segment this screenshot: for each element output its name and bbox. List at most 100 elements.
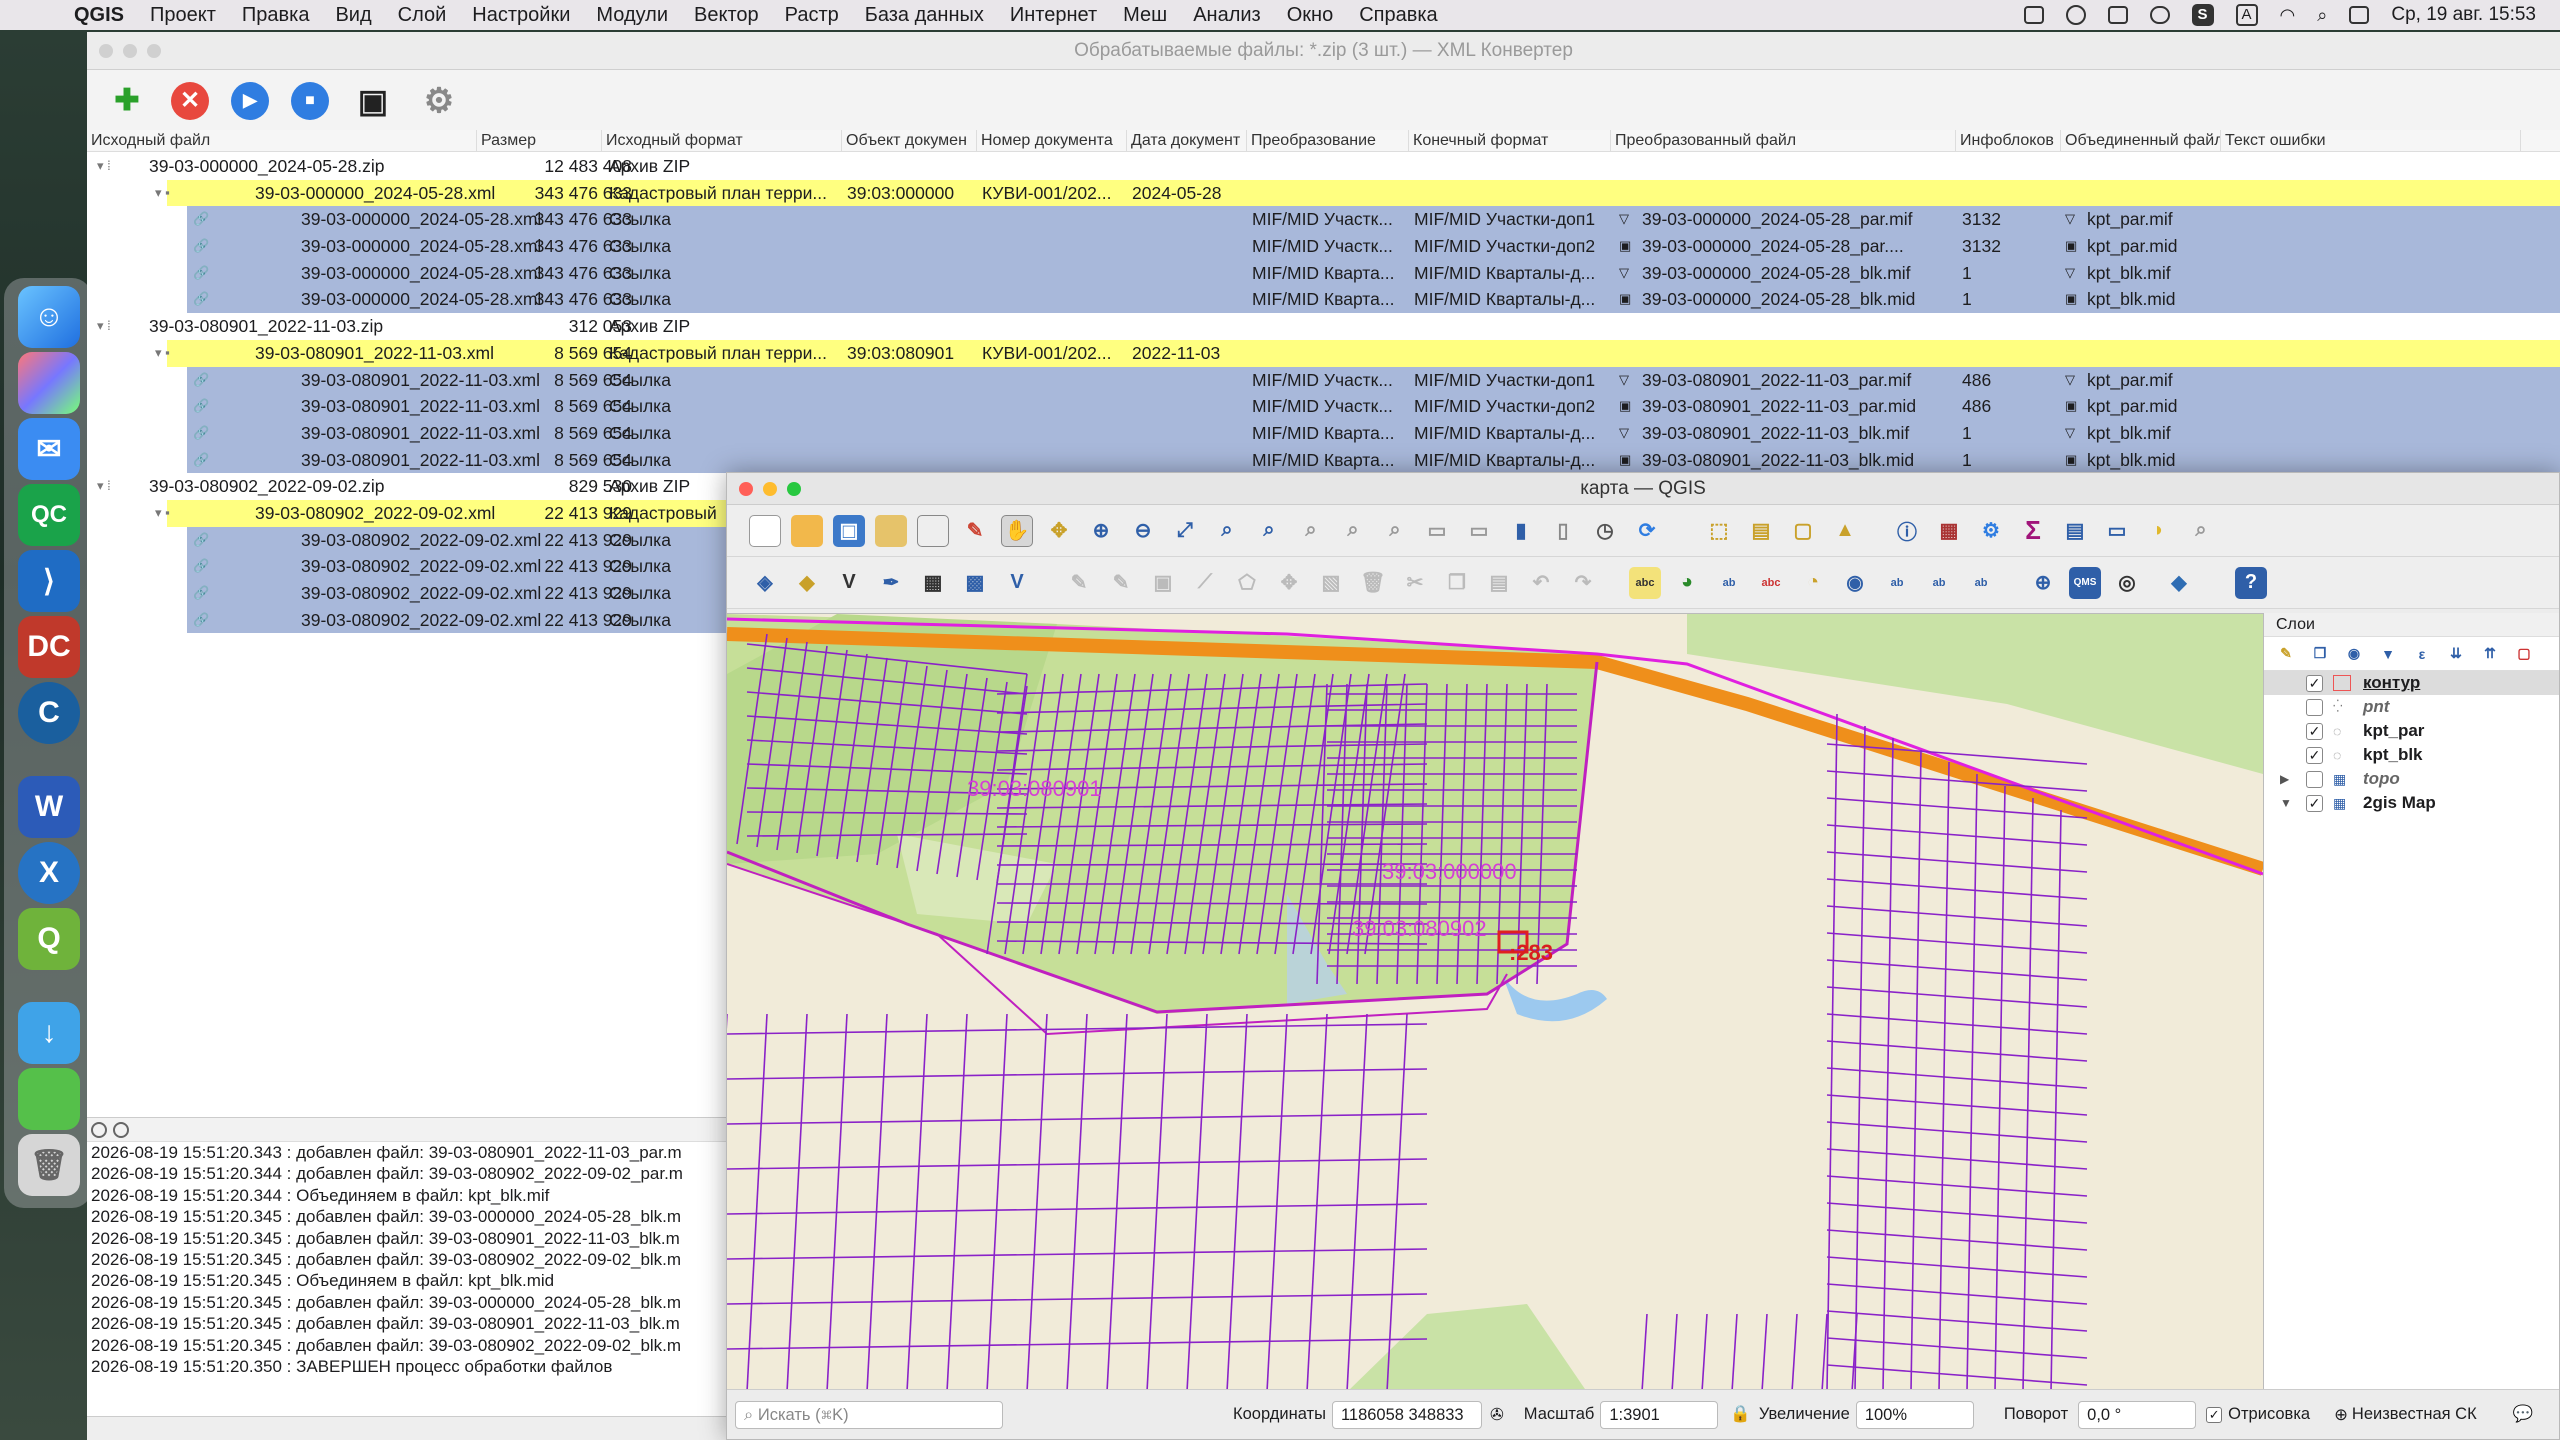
redo-icon[interactable]: ↷ bbox=[1567, 567, 1599, 599]
toggle-extent-icon[interactable]: ✇ bbox=[1490, 1405, 1504, 1425]
move-label-icon[interactable]: ab bbox=[1881, 567, 1913, 599]
qgis-dock-icon[interactable]: Q bbox=[18, 908, 80, 970]
save-icon[interactable]: ▣ bbox=[351, 79, 395, 123]
menu-item-window[interactable]: Окно bbox=[1287, 4, 1333, 27]
link-icon[interactable]: 🔗 bbox=[193, 447, 209, 474]
layer-item[interactable]: ▼ ✓ ▦ 2gis Map bbox=[2264, 791, 2559, 815]
zoom-in-icon[interactable]: ⊕ bbox=[1085, 515, 1117, 547]
float-log-icon[interactable] bbox=[113, 1121, 129, 1138]
col-doc-date[interactable]: Дата документ bbox=[1127, 130, 1247, 151]
add-raster-icon[interactable]: ▦ bbox=[917, 567, 949, 599]
link-icon[interactable]: 🔗 bbox=[193, 527, 209, 554]
menu-item-settings[interactable]: Настройки bbox=[472, 4, 570, 27]
add-vector-icon[interactable]: V bbox=[833, 567, 865, 599]
add-polygon-icon[interactable]: ⬠ bbox=[1231, 567, 1263, 599]
save-project-icon[interactable]: ▣ bbox=[833, 514, 865, 547]
expand-chevron-icon[interactable]: ▾ ▪ bbox=[155, 180, 170, 207]
zoom-layer-icon[interactable]: ⌕ bbox=[1253, 515, 1285, 547]
col-doc-number[interactable]: Номер документа bbox=[977, 130, 1127, 151]
data-source-manager-icon[interactable]: ◈ bbox=[749, 567, 781, 599]
link-icon[interactable]: 🔗 bbox=[193, 286, 209, 313]
s-app-icon[interactable]: S bbox=[2191, 4, 2214, 26]
layer-visibility-checkbox[interactable] bbox=[2306, 770, 2323, 788]
deselect-icon[interactable]: ▢ bbox=[1787, 515, 1819, 547]
zoom-out-icon[interactable]: ⊖ bbox=[1127, 515, 1159, 547]
link-icon[interactable]: 🔗 bbox=[193, 393, 209, 420]
c-app-icon[interactable]: C bbox=[18, 682, 80, 744]
layer-item[interactable]: ✓ контур bbox=[2264, 671, 2559, 695]
layer-visibility-checkbox[interactable]: ✓ bbox=[2306, 746, 2323, 764]
link-row[interactable]: 🔗 39-03-000000_2024-05-28.xml 343 476 633 С… bbox=[187, 259, 2560, 287]
link-icon[interactable]: 🔗 bbox=[193, 580, 209, 607]
link-row[interactable]: 🔗 39-03-000000_2024-05-28.xml 343 476 633 С… bbox=[187, 233, 2560, 260]
discord-icon[interactable] bbox=[2149, 6, 2170, 24]
expand-arrow-icon[interactable]: ▶ bbox=[2280, 772, 2289, 786]
add-files-icon[interactable]: ✚ bbox=[105, 79, 149, 123]
filter-expression-icon[interactable]: ε bbox=[2410, 642, 2434, 666]
toggle-editing-icon[interactable]: ✎ bbox=[1105, 567, 1137, 599]
digitize-line-icon[interactable]: ⟋ bbox=[1189, 567, 1221, 599]
launchpad-icon[interactable] bbox=[18, 352, 80, 414]
vscode-icon[interactable]: ⟩ bbox=[18, 550, 80, 612]
expand-chevron-icon[interactable]: ▾ ⁞ bbox=[97, 153, 111, 180]
expand-chevron-icon[interactable]: ▾ ⁞ bbox=[97, 473, 111, 500]
menu-item-edit[interactable]: Правка bbox=[242, 4, 310, 27]
menu-item-plugins[interactable]: Модули bbox=[596, 4, 668, 27]
qgis-window-controls[interactable] bbox=[739, 482, 801, 496]
zoom-next-icon[interactable]: ⌕ bbox=[1379, 515, 1411, 547]
link-row[interactable]: 🔗 39-03-000000_2024-05-28.xml 343 476 633 С… bbox=[187, 286, 2560, 314]
col-merged-file[interactable]: Объединенный файл bbox=[2061, 130, 2221, 151]
locator-search-input[interactable]: ⌕ Искать (⌘K) bbox=[735, 1400, 1003, 1429]
edit-pencil-icon[interactable]: ✎ bbox=[1063, 567, 1095, 599]
coordinates-field[interactable]: 1186058 348833 bbox=[1331, 1400, 1482, 1429]
temporal-controller-icon[interactable]: ◷ bbox=[1589, 515, 1621, 547]
mail-icon[interactable]: ✉ bbox=[18, 418, 80, 480]
open-styling-icon[interactable]: ✎ bbox=[2274, 642, 2298, 666]
menu-item-project[interactable]: Проект bbox=[150, 4, 216, 27]
menu-item-database[interactable]: База данных bbox=[865, 4, 984, 27]
word-icon[interactable]: W bbox=[18, 776, 80, 838]
collapse-arrow-icon[interactable]: ▼ bbox=[2280, 796, 2292, 810]
crs-icon[interactable]: ⊕ bbox=[2334, 1405, 2348, 1425]
layer-visibility-checkbox[interactable]: ✓ bbox=[2306, 674, 2323, 692]
save-edits-icon[interactable]: ▣ bbox=[1147, 567, 1179, 599]
zoom-native-icon[interactable]: ⌕ bbox=[1295, 515, 1327, 547]
help-icon[interactable]: ? bbox=[2235, 566, 2267, 599]
print-layout-icon[interactable] bbox=[917, 514, 949, 547]
pin-diagram-icon[interactable]: ◔ bbox=[1797, 567, 1829, 599]
menu-item-raster[interactable]: Растр bbox=[785, 4, 839, 27]
wifi-icon[interactable]: ◠ bbox=[2280, 5, 2296, 26]
link-row[interactable]: 🔗 39-03-080901_2022-11-03.xml 8 569 654 Ссы… bbox=[187, 419, 2560, 447]
xml-row[interactable]: ▾ ▪ 39-03-000000_2024-05-28.xml 343 476 63… bbox=[155, 179, 2560, 207]
zip-row[interactable]: ▾ ⁞ 39-03-080901_2022-11-03.zip 312 053 Арх… bbox=[87, 313, 2560, 340]
cut-icon[interactable]: ✂ bbox=[1399, 567, 1431, 599]
link-icon[interactable]: 🔗 bbox=[193, 233, 209, 260]
new-map-view-icon[interactable]: ▭ bbox=[1421, 515, 1453, 547]
info-icon[interactable] bbox=[2065, 5, 2086, 25]
layer-item[interactable]: ⁛ pnt bbox=[2264, 695, 2559, 719]
zip-row[interactable]: ▾ ⁞ 39-03-000000_2024-05-28.zip 12 483 408… bbox=[87, 153, 2560, 180]
zoom-selection-icon[interactable]: ⌕ bbox=[1211, 515, 1243, 547]
filter-legend-icon[interactable]: ▼ bbox=[2376, 642, 2400, 666]
collapse-all-icon[interactable]: ⇈ bbox=[2478, 642, 2502, 666]
menu-item-analysis[interactable]: Анализ bbox=[1193, 4, 1261, 27]
col-error-text[interactable]: Текст ошибки bbox=[2221, 130, 2521, 151]
lock-scale-icon[interactable]: 🔒 bbox=[1730, 1405, 1751, 1424]
refresh-icon[interactable]: ⟳ bbox=[1631, 515, 1663, 547]
link-row[interactable]: 🔗 39-03-080901_2022-11-03.xml 8 569 654 Ссы… bbox=[187, 393, 2560, 420]
identify-icon[interactable]: ⓘ bbox=[1891, 515, 1923, 547]
manage-visibility-icon[interactable]: ◉ bbox=[2342, 642, 2366, 666]
layer-item[interactable]: ✓ ◌ kpt_par bbox=[2264, 719, 2559, 743]
magnifier-spinbox[interactable]: 100% bbox=[1855, 1400, 1974, 1429]
python-console-icon[interactable]: ◆ bbox=[2163, 567, 2195, 599]
diagram-icon[interactable]: ◕ bbox=[1671, 567, 1703, 599]
link-icon[interactable]: 🔗 bbox=[193, 607, 209, 634]
pin-labels-icon[interactable]: ab bbox=[1713, 567, 1745, 599]
select-by-value-icon[interactable]: ▤ bbox=[1745, 515, 1777, 547]
show-bookmarks-icon[interactable]: ▯ bbox=[1547, 515, 1579, 547]
link-row[interactable]: 🔗 39-03-000000_2024-05-28.xml 343 476 633 С… bbox=[187, 206, 2560, 234]
search-icon[interactable]: ⌕ bbox=[2317, 5, 2327, 26]
open-project-icon[interactable] bbox=[791, 514, 823, 547]
add-virtual-layer-icon[interactable]: V bbox=[1001, 567, 1033, 599]
expand-all-icon[interactable]: ⇊ bbox=[2444, 642, 2468, 666]
